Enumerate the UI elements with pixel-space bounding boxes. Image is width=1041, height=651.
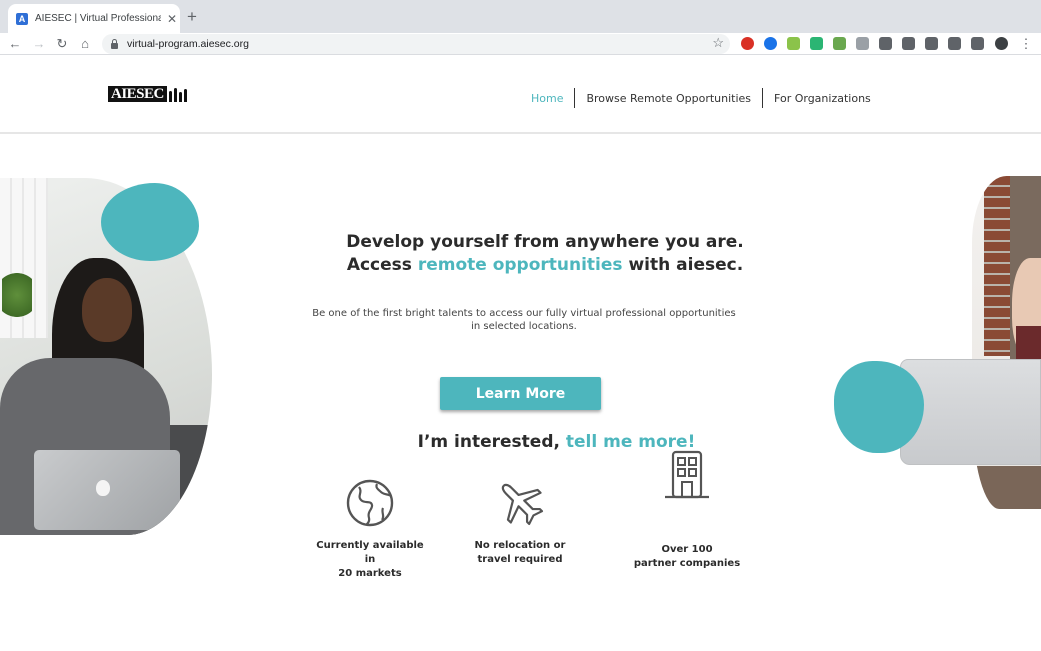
feature-line1: Currently available in	[316, 540, 424, 565]
feature-line2: travel required	[477, 554, 563, 565]
extension-icon[interactable]	[856, 37, 869, 50]
feature-label: No relocation or travel required	[460, 539, 580, 567]
browser-tabstrip: A AIESEC | Virtual Professional P ✕ +	[0, 0, 1041, 33]
url-text: virtual-program.aiesec.org	[127, 38, 249, 50]
learn-more-button[interactable]: Learn More	[440, 377, 601, 410]
extension-icon[interactable]	[971, 37, 984, 50]
close-tab-icon[interactable]: ✕	[167, 12, 177, 26]
extension-icon[interactable]	[902, 37, 915, 50]
feature-line2: 20 markets	[338, 568, 402, 579]
home-button[interactable]: ⌂	[76, 35, 94, 53]
feature-label: Over 100 partner companies	[627, 543, 747, 571]
feature-markets: Currently available in 20 markets	[310, 478, 430, 581]
headline-accent: remote opportunities	[417, 255, 623, 275]
aiesec-favicon-icon: A	[16, 12, 28, 25]
nav-divider	[574, 88, 576, 108]
feature-partners: Over 100 partner companies	[627, 449, 747, 571]
headline-line2-start: Access	[346, 255, 418, 275]
hero-headline: Develop yourself from anywhere you are. …	[300, 231, 790, 277]
new-tab-button[interactable]: +	[187, 7, 197, 27]
reload-button[interactable]: ↻	[53, 35, 71, 53]
subtext-line1: Be one of the first bright talents to ac…	[312, 308, 736, 319]
feature-line1: Over 100	[661, 544, 713, 555]
extension-icon[interactable]	[833, 37, 846, 50]
extension-icon[interactable]	[879, 37, 892, 50]
tab-title: AIESEC | Virtual Professional P	[35, 13, 161, 24]
airplane-icon	[501, 483, 544, 526]
extension-icon[interactable]	[925, 37, 938, 50]
back-button[interactable]: ←	[6, 35, 24, 53]
aiesec-logo[interactable]: AIESEC	[108, 86, 189, 102]
feature-line2: partner companies	[633, 558, 741, 569]
logo-text: AIESEC	[108, 86, 167, 102]
main-nav: Home Browse Remote Opportunities For Org…	[531, 88, 871, 108]
hero-subtext: Be one of the first bright talents to ac…	[300, 307, 748, 333]
extension-icon[interactable]	[741, 37, 754, 50]
address-bar[interactable]: virtual-program.aiesec.org ☆	[102, 34, 730, 54]
apple-logo-icon	[96, 480, 110, 496]
logo-figures-icon	[168, 86, 189, 102]
extension-icon[interactable]	[764, 37, 777, 50]
globe-icon	[346, 479, 394, 527]
feature-line1: No relocation or	[474, 540, 566, 551]
headline-line1: Develop yourself from anywhere you are.	[346, 232, 744, 252]
extension-icon[interactable]	[948, 37, 961, 50]
extension-icon[interactable]	[787, 37, 800, 50]
nav-divider	[762, 88, 764, 108]
interested-text: I’m interested,	[417, 432, 566, 452]
feature-no-relocation: No relocation or travel required	[460, 476, 580, 567]
feature-label: Currently available in 20 markets	[310, 539, 430, 581]
browser-tab[interactable]: A AIESEC | Virtual Professional P ✕	[8, 4, 180, 33]
browser-menu-icon[interactable]: ⋮	[1017, 35, 1035, 53]
nav-home[interactable]: Home	[531, 92, 563, 105]
teal-blob-decoration	[834, 361, 924, 453]
teal-blob-decoration	[101, 183, 199, 261]
nav-for-organizations[interactable]: For Organizations	[774, 92, 871, 105]
forward-button[interactable]: →	[30, 35, 48, 53]
lock-icon	[111, 38, 118, 49]
site-header: AIESEC Home Browse Remote Opportunities …	[0, 56, 1041, 134]
profile-avatar[interactable]	[995, 37, 1008, 50]
subtext-line2: in selected locations.	[471, 321, 577, 332]
headline-line2-end: with aiesec.	[622, 255, 744, 275]
building-icon	[665, 450, 709, 499]
extension-icon[interactable]	[810, 37, 823, 50]
browser-toolbar: ← → ↻ ⌂ virtual-program.aiesec.org ☆ ⋮	[0, 33, 1041, 55]
bookmark-star-icon[interactable]: ☆	[712, 35, 724, 51]
nav-browse-remote-opportunities[interactable]: Browse Remote Opportunities	[586, 92, 751, 105]
